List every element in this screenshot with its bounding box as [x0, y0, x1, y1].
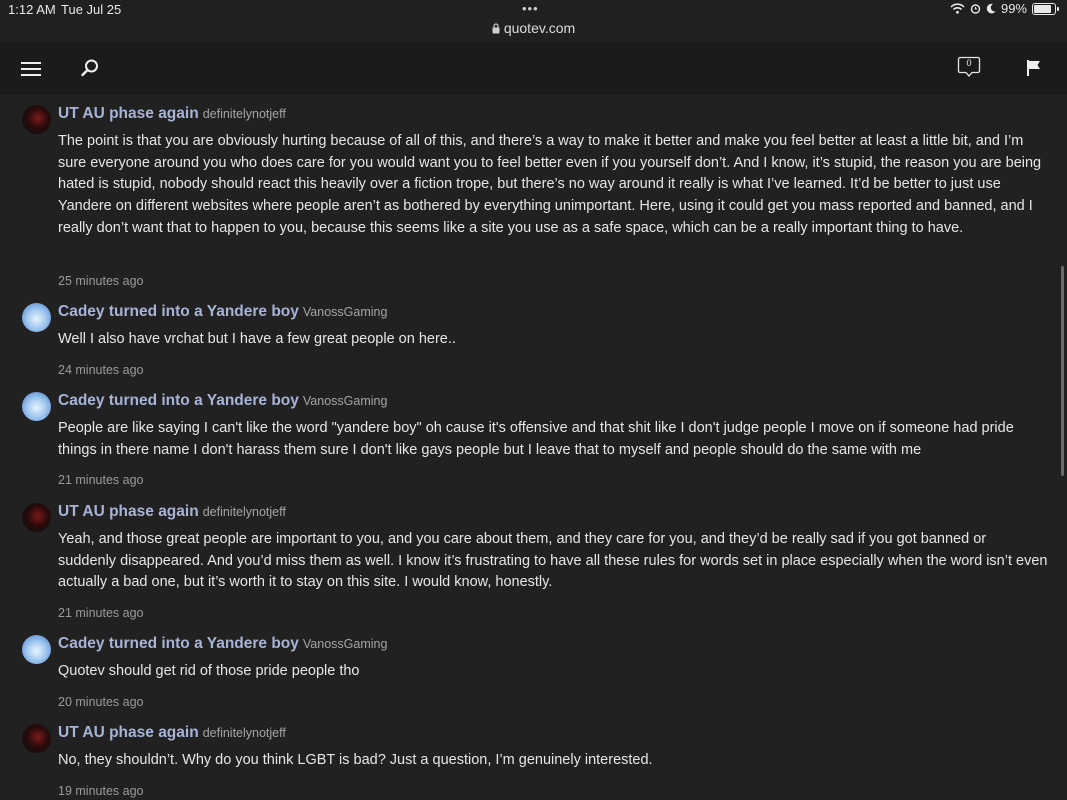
- comment-timestamp: 25 minutes ago: [58, 274, 144, 288]
- comment-item: Cadey turned into a Yandere boy VanossGam…: [22, 392, 1042, 492]
- comment-text: Quotev should get rid of those pride peo…: [58, 663, 360, 679]
- avatar[interactable]: [22, 105, 51, 134]
- comment-text: Yeah, and those great people are importa…: [58, 531, 1048, 591]
- comment-timestamp: 21 minutes ago: [58, 473, 144, 487]
- search-button[interactable]: [77, 55, 103, 81]
- author-username[interactable]: definitelynotjeff: [203, 505, 286, 519]
- author-username[interactable]: VanossGaming: [303, 305, 388, 319]
- comment-timestamp: 21 minutes ago: [58, 606, 144, 620]
- comment-timestamp: 20 minutes ago: [58, 695, 144, 709]
- author-name[interactable]: UT AU phase again: [58, 503, 199, 520]
- comment-header: UT AU phase again definitelynotjeff: [58, 724, 286, 742]
- comment-timestamp: 24 minutes ago: [58, 363, 144, 377]
- url-text: quotev.com: [503, 20, 576, 36]
- author-username[interactable]: definitelynotjeff: [203, 107, 286, 121]
- avatar[interactable]: [22, 503, 51, 532]
- multitasking-dots[interactable]: •••: [522, 1, 539, 16]
- comment-item: UT AU phase again definitelynotjeff The p…: [22, 105, 1042, 295]
- author-username[interactable]: definitelynotjeff: [203, 726, 286, 740]
- author-name[interactable]: Cadey turned into a Yandere boy: [58, 303, 299, 320]
- comment-text: People are like saying I can't like the …: [58, 420, 1014, 458]
- battery-icon: [1032, 2, 1056, 15]
- comment-text: No, they shouldn’t. Why do you think LGB…: [58, 752, 653, 768]
- comment-header: UT AU phase again definitelynotjeff: [58, 105, 286, 123]
- comment-item: UT AU phase again definitelynotjeff Yeah,…: [22, 503, 1047, 623]
- status-time: 1:12 AM: [8, 2, 56, 17]
- author-name[interactable]: UT AU phase again: [58, 105, 199, 122]
- status-indicators: 99%: [950, 1, 1059, 16]
- author-name[interactable]: Cadey turned into a Yandere boy: [58, 392, 299, 409]
- flag-icon: [1027, 60, 1040, 76]
- alarm-icon: [970, 4, 981, 14]
- comment-text: Well I also have vrchat but I have a few…: [58, 331, 456, 347]
- comment-header: Cadey turned into a Yandere boy VanossGam…: [58, 303, 387, 321]
- top-nav-bar: 0: [0, 42, 1067, 95]
- comment-text: The point is that you are obviously hurt…: [58, 133, 1042, 236]
- author-name[interactable]: Cadey turned into a Yandere boy: [58, 635, 299, 652]
- author-name[interactable]: UT AU phase again: [58, 724, 199, 741]
- avatar[interactable]: [22, 635, 51, 664]
- battery-level: [1034, 4, 1051, 13]
- menu-button[interactable]: [18, 56, 44, 82]
- search-icon: [81, 59, 98, 77]
- avatar[interactable]: [22, 724, 51, 753]
- lock-icon: [492, 23, 500, 34]
- comment-feed[interactable]: UT AU phase again definitelynotjeff The p…: [0, 95, 1067, 800]
- comment-header: Cadey turned into a Yandere boy VanossGam…: [58, 392, 387, 410]
- hamburger-menu-icon: [21, 62, 41, 76]
- author-username[interactable]: VanossGaming: [303, 394, 388, 408]
- comment-item: Cadey turned into a Yandere boy VanossGam…: [22, 303, 1042, 383]
- battery-percent: 99%: [1000, 1, 1027, 16]
- status-date: Tue Jul 25: [61, 2, 122, 17]
- comment-item: UT AU phase again definitelynotjeff No, t…: [22, 724, 1042, 800]
- battery-tip: [1057, 6, 1059, 11]
- report-flag-button[interactable]: [1022, 55, 1046, 81]
- comment-timestamp: 19 minutes ago: [58, 784, 144, 798]
- comment-header: Cadey turned into a Yandere boy VanossGam…: [58, 635, 387, 653]
- comment-header: UT AU phase again definitelynotjeff: [58, 503, 286, 521]
- avatar[interactable]: [22, 303, 51, 332]
- wifi-icon: [950, 3, 965, 14]
- moon-icon: [986, 3, 996, 14]
- scrollbar[interactable]: [1061, 266, 1064, 476]
- notifications-button[interactable]: 0: [957, 56, 983, 82]
- notification-count: 0: [966, 58, 972, 68]
- comment-item: Cadey turned into a Yandere boy VanossGam…: [22, 635, 1042, 715]
- status-bar: 1:12 AM Tue Jul 25 ••• quotev.com 99%: [0, 0, 1067, 42]
- address-bar[interactable]: quotev.com: [0, 20, 1067, 36]
- avatar[interactable]: [22, 392, 51, 421]
- author-username[interactable]: VanossGaming: [303, 637, 388, 651]
